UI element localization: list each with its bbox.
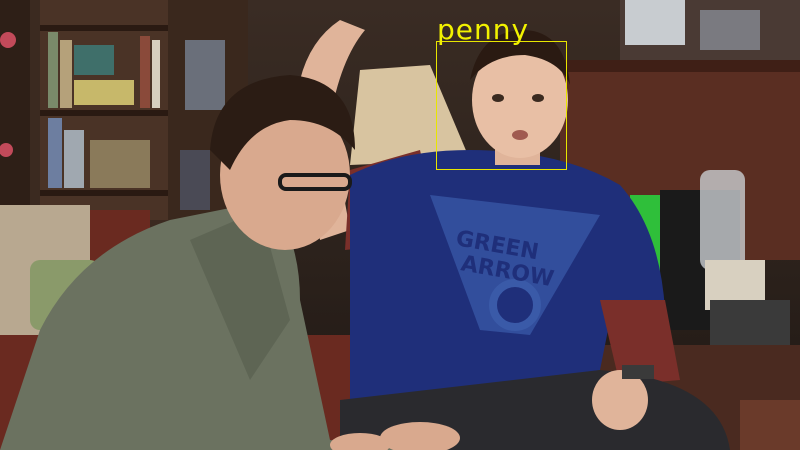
face-detection-box xyxy=(436,41,567,170)
video-frame: GREEN ARROW penny xyxy=(0,0,800,450)
face-detection-label: penny xyxy=(437,13,530,46)
scene-illustration: GREEN ARROW xyxy=(0,0,800,450)
